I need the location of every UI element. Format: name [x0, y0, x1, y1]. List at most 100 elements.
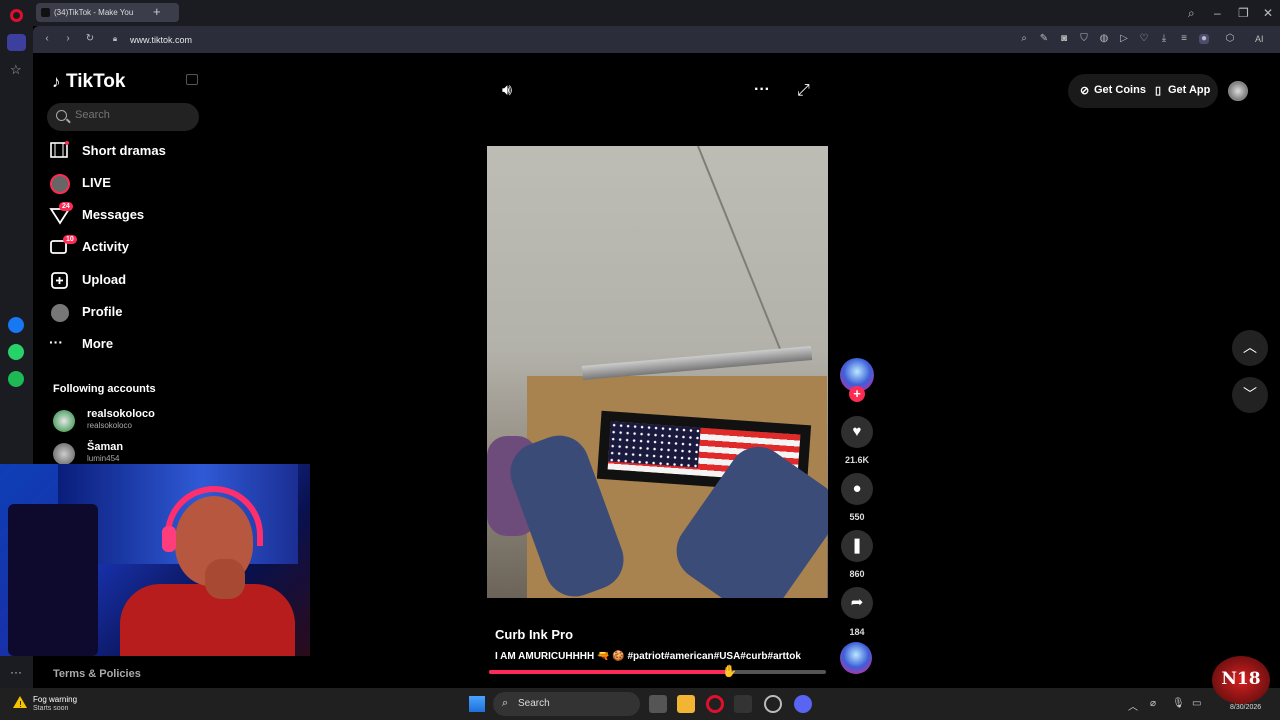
- nav-label: Messages: [82, 207, 145, 222]
- home-icon[interactable]: [7, 34, 26, 51]
- edit-icon[interactable]: ✎: [1039, 34, 1049, 44]
- weather-subtitle: Starts soon: [33, 705, 69, 712]
- spotify-icon[interactable]: [8, 371, 24, 387]
- display-icon[interactable]: ▭: [1192, 698, 1201, 709]
- whatsapp-icon[interactable]: [8, 344, 24, 360]
- more-options-icon[interactable]: ···: [10, 665, 22, 679]
- sound-disc-avatar[interactable]: [840, 642, 872, 674]
- forward-icon[interactable]: ›: [63, 34, 73, 44]
- save-button[interactable]: ❚: [841, 530, 873, 562]
- minimize-button[interactable]: –: [1214, 6, 1221, 20]
- search-bar[interactable]: [47, 103, 199, 131]
- nav-short-dramas[interactable]: Short dramas: [49, 138, 199, 164]
- nav-profile[interactable]: Profile: [49, 299, 199, 325]
- profile-icon[interactable]: ●: [1199, 34, 1209, 44]
- previous-video-button[interactable]: ︿: [1232, 330, 1268, 366]
- get-coins-button[interactable]: Get Coins: [1094, 84, 1146, 96]
- file-explorer-icon[interactable]: [677, 695, 695, 713]
- like-count: 21.6K: [844, 455, 870, 465]
- account-avatar: [53, 443, 75, 465]
- profile-avatar-icon: [49, 302, 71, 322]
- opera-logo-icon[interactable]: [10, 9, 23, 22]
- rocket-league-icon[interactable]: [734, 695, 752, 713]
- ai-button[interactable]: AI: [1255, 34, 1264, 44]
- reload-icon[interactable]: ↻: [85, 34, 95, 44]
- shield-icon[interactable]: ⛉: [1079, 34, 1089, 44]
- player-icon[interactable]: ▷: [1119, 34, 1129, 44]
- next-video-button[interactable]: ﹀: [1232, 377, 1268, 413]
- get-app-button[interactable]: Get App: [1168, 84, 1210, 96]
- close-button[interactable]: ✕: [1263, 6, 1273, 20]
- mic-icon[interactable]: 🎙︎: [1172, 698, 1185, 709]
- like-button[interactable]: ♥: [841, 416, 873, 448]
- metal-strip: [581, 346, 813, 380]
- tray-chevron-icon[interactable]: ︿: [1128, 698, 1138, 713]
- webcam-person-body: [120, 584, 295, 656]
- fullscreen-icon[interactable]: ⤢: [797, 82, 810, 100]
- tiktok-favicon-icon: [41, 8, 50, 17]
- maximize-button[interactable]: ❐: [1238, 6, 1249, 20]
- account-name: realsokoloco: [87, 408, 155, 420]
- tiktok-note-icon: ♪: [52, 72, 61, 91]
- nav-label: Short dramas: [82, 143, 166, 158]
- warning-icon: !: [12, 695, 28, 709]
- address-bar: ‹ › ↻ 🔒︎ www.tiktok.com ⌕ ✎ ◙ ⛉ ◍ ▷ ♡ ⤓ …: [33, 26, 1280, 53]
- video-player[interactable]: [487, 146, 828, 598]
- account-item[interactable]: realsokoloco realsokoloco: [53, 408, 203, 436]
- share-button[interactable]: ➦: [841, 587, 873, 619]
- video-caption: I AM AMURICUHHHH 🔫 🍪 #patriot#american#U…: [495, 651, 801, 662]
- taskbar-date[interactable]: 8/30/2026: [1230, 704, 1261, 711]
- tiktok-logo[interactable]: ♪ TikTok: [52, 71, 125, 93]
- following-accounts-header: Following accounts: [53, 383, 156, 395]
- nav-label: More: [82, 336, 114, 351]
- vpn-icon[interactable]: ◍: [1099, 34, 1109, 44]
- terms-link[interactable]: Terms & Policies: [53, 668, 141, 680]
- nav-label: LIVE: [82, 175, 111, 190]
- nav-activity[interactable]: 10 Activity: [49, 234, 199, 260]
- network-icon[interactable]: ⌀: [1150, 698, 1156, 709]
- cursor-hand-icon: ✋: [722, 664, 737, 678]
- volume-icon[interactable]: 🔊︎: [502, 82, 512, 100]
- collapse-sidebar-icon[interactable]: [186, 74, 198, 85]
- webcam-earcup: [162, 526, 176, 552]
- search-page-icon[interactable]: ⌕: [1019, 34, 1029, 44]
- follow-plus-icon[interactable]: +: [849, 386, 865, 402]
- video-progress-fill: [489, 670, 732, 674]
- nav-live[interactable]: LIVE: [49, 170, 199, 196]
- live-avatar-icon: [49, 173, 71, 194]
- back-icon[interactable]: ‹: [42, 34, 52, 44]
- menu-icon[interactable]: ≡: [1179, 34, 1189, 44]
- video-progress-bar[interactable]: [489, 670, 826, 674]
- messenger-icon[interactable]: [8, 317, 24, 333]
- phone-icon: ▯: [1155, 85, 1162, 97]
- nav-upload[interactable]: Upload: [49, 267, 199, 293]
- extensions-icon[interactable]: ⬡: [1225, 34, 1235, 44]
- nav-more[interactable]: ··· More: [49, 331, 199, 357]
- discord-icon[interactable]: [794, 695, 812, 713]
- star-icon[interactable]: ☆: [10, 62, 22, 78]
- search-input[interactable]: [75, 109, 190, 121]
- webcam-chair: [8, 504, 98, 656]
- nav-messages[interactable]: 24 Messages: [49, 202, 199, 228]
- video-author[interactable]: Curb Ink Pro: [495, 627, 573, 642]
- app-icon[interactable]: [764, 695, 782, 713]
- comment-button[interactable]: ●: [841, 473, 873, 505]
- url-field[interactable]: www.tiktok.com: [130, 35, 192, 45]
- windows-taskbar: ! Fog warning Starts soon ⌕ Search ︿ ⌀ 🎙…: [0, 688, 1280, 720]
- new-tab-button[interactable]: +: [153, 4, 161, 19]
- windows-start-icon[interactable]: [469, 696, 485, 712]
- camera-icon[interactable]: ◙: [1059, 34, 1069, 44]
- search-tabs-icon[interactable]: ⌕: [1188, 6, 1195, 21]
- download-icon[interactable]: ⤓: [1159, 34, 1169, 44]
- opera-taskbar-icon[interactable]: [706, 695, 724, 713]
- more-icon: ···: [49, 334, 63, 350]
- svg-text:!: !: [19, 700, 22, 709]
- weather-title[interactable]: Fog warning: [33, 695, 77, 704]
- user-avatar[interactable]: [1228, 81, 1248, 101]
- task-view-icon[interactable]: [649, 695, 667, 713]
- nav-label: Activity: [82, 239, 129, 254]
- taskbar-search[interactable]: ⌕ Search: [493, 692, 640, 716]
- more-menu-icon[interactable]: ···: [754, 81, 770, 99]
- heart-icon[interactable]: ♡: [1139, 34, 1149, 44]
- film-icon: [49, 141, 71, 161]
